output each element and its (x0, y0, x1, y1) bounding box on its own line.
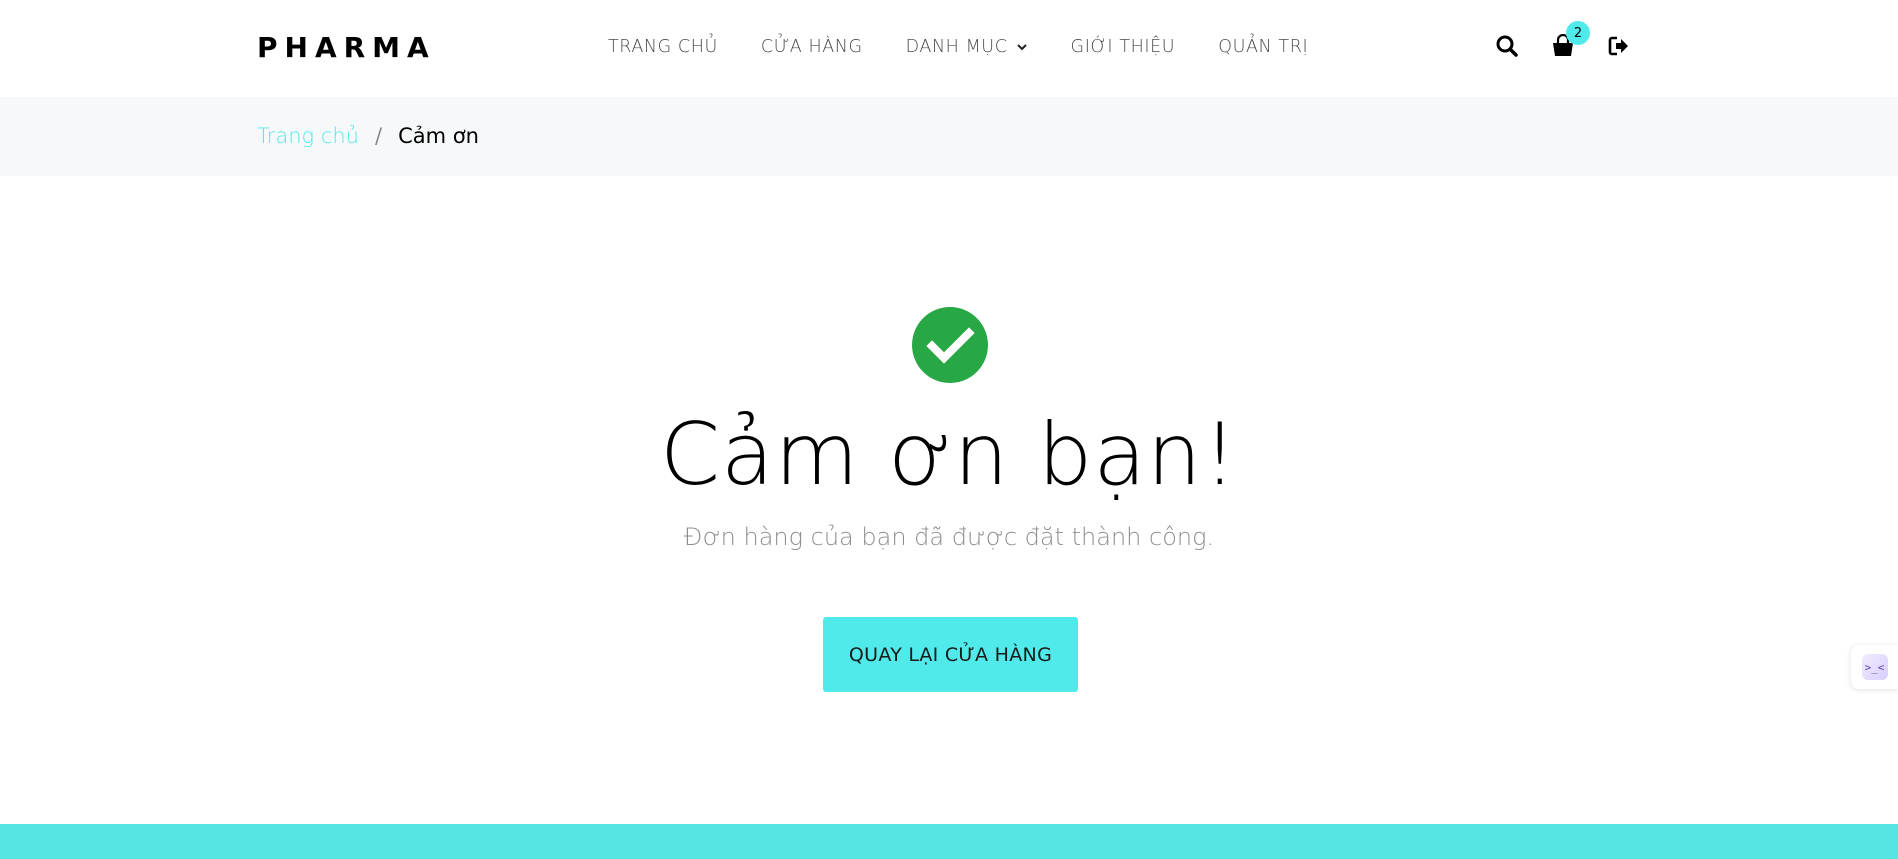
nav-item-categories[interactable]: DANH MỤC (906, 37, 1028, 57)
footer-strip (0, 824, 1898, 859)
nav-item-label: CỬA HÀNG (760, 37, 863, 57)
nav-item-admin[interactable]: QUẢN TRỊ (1218, 37, 1308, 57)
chevron-down-icon (1016, 44, 1027, 51)
breadcrumb: Trang chủ / Cảm ơn (257, 121, 479, 151)
order-success-message: Đơn hàng của bạn đã được đặt thành công. (683, 523, 1215, 551)
nav-item-label: TRANG CHỦ (608, 37, 718, 57)
nav-item-label: QUẢN TRỊ (1218, 37, 1309, 57)
breadcrumb-bar: Trang chủ / Cảm ơn (0, 97, 1898, 176)
sign-out-icon (1608, 36, 1628, 56)
cart-button[interactable]: 2 (1550, 21, 1590, 59)
cart-count-badge: 2 (1566, 21, 1590, 45)
site-logo[interactable]: PHARMA (257, 30, 436, 66)
widget-icon: >_< (1861, 654, 1888, 680)
site-header: PHARMA TRANG CHỦ CỬA HÀNG DANH MỤC GIỚI … (0, 0, 1898, 97)
nav-item-about[interactable]: GIỚI THIỆU (1071, 37, 1176, 57)
nav-item-home[interactable]: TRANG CHỦ (608, 37, 718, 57)
check-circle-icon (912, 307, 988, 383)
breadcrumb-separator: / (375, 124, 383, 148)
side-widget[interactable]: >_< (1851, 645, 1898, 689)
nav-item-shop[interactable]: CỬA HÀNG (761, 37, 863, 57)
nav-item-label: DANH MỤC (905, 37, 1008, 57)
search-icon (1496, 35, 1518, 57)
breadcrumb-current: Cảm ơn (398, 124, 479, 148)
page-title: Cảm ơn bạn! (659, 405, 1239, 505)
logout-button[interactable] (1606, 33, 1632, 59)
breadcrumb-home-link[interactable]: Trang chủ (257, 124, 359, 148)
nav-item-label: GIỚI THIỆU (1070, 37, 1176, 57)
back-to-shop-button[interactable]: QUAY LẠI CỬA HÀNG (823, 617, 1078, 692)
main-nav: TRANG CHỦ CỬA HÀNG DANH MỤC GIỚI THIỆU Q… (608, 34, 1308, 60)
header-icons: 2 (1494, 21, 1632, 59)
search-button[interactable] (1494, 33, 1520, 59)
